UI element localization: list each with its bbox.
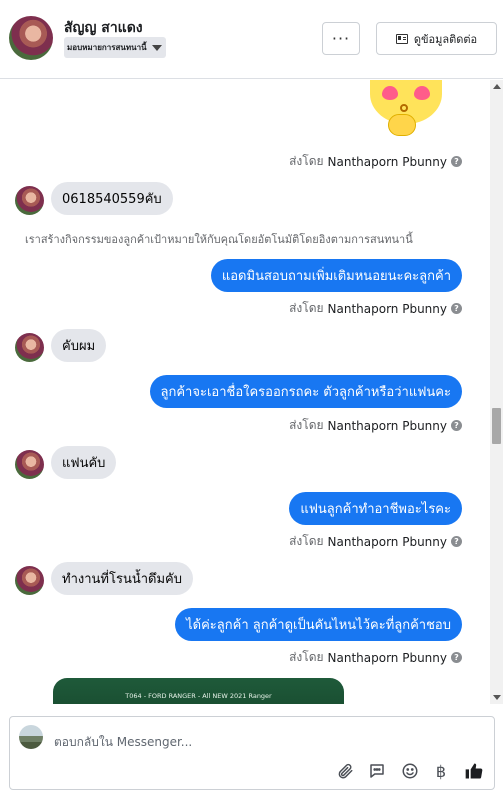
sent-by-prefix: ส่งโดย	[289, 650, 324, 664]
page-avatar	[19, 725, 43, 749]
sent-by-agent-name: Nanthaporn Pbunny	[327, 301, 447, 316]
sent-by-line: ส่งโดย Nanthaporn Pbunny ?	[289, 648, 462, 667]
emoji-icon[interactable]	[400, 761, 420, 781]
contact-avatar-small	[15, 333, 44, 362]
info-icon[interactable]: ?	[451, 156, 462, 167]
sent-by-line: ส่งโดย Nanthaporn Pbunny ?	[289, 152, 462, 171]
contact-avatar-small	[15, 450, 44, 479]
assign-conversation-dropdown[interactable]: มอบหมายการสนทนานี้	[64, 37, 166, 58]
sent-by-prefix: ส่งโดย	[289, 301, 324, 315]
more-options-button[interactable]: ···	[322, 22, 360, 55]
outgoing-message: แอดมินสอบถามเพิ่มเติมหนอยนะคะลูกค้า	[210, 259, 462, 292]
sent-by-prefix: ส่งโดย	[289, 418, 324, 432]
sent-by-prefix: ส่งโดย	[289, 154, 324, 168]
caret-down-icon	[151, 45, 162, 51]
info-icon[interactable]: ?	[451, 652, 462, 663]
incoming-message: ทำงานที่โรนน้ำดึมคับ	[51, 562, 193, 595]
sent-by-agent-name: Nanthaporn Pbunny	[327, 418, 447, 433]
preview-caption: T064 - FORD RANGER - All NEW 2021 Ranger	[125, 692, 272, 700]
sent-by-line: ส่งโดย Nanthaporn Pbunny ?	[289, 416, 462, 435]
contact-name[interactable]: สัญญ สาแดง	[64, 17, 143, 39]
reply-input[interactable]: ตอบกลับใน Messenger...	[54, 733, 192, 752]
incoming-message: แฟนคับ	[51, 446, 117, 479]
incoming-message: 0618540559คับ	[51, 182, 173, 215]
info-icon[interactable]: ?	[451, 420, 462, 431]
incoming-message: คับผม	[51, 329, 107, 362]
scroll-down-arrow-icon[interactable]	[493, 695, 501, 700]
sent-by-agent-name: Nanthaporn Pbunny	[327, 650, 447, 665]
messenger-inbox-conversation: สัญญ สาแดง มอบหมายการสนทนานี้ ··· ดูข้อม…	[0, 0, 503, 792]
shared-image-preview[interactable]: T064 - FORD RANGER - All NEW 2021 Ranger	[53, 678, 344, 704]
contact-avatar-small	[15, 566, 44, 595]
outgoing-message: ได้ค่ะลูกค้า ลูกค้าดูเป็นคันไหนไว้คะที่ล…	[175, 608, 462, 641]
system-note: เราสร้างกิจกรรมของลูกค้าเป้าหมายให้กับคุ…	[25, 233, 413, 246]
info-icon[interactable]: ?	[451, 536, 462, 547]
thumbs-up-icon[interactable]	[464, 761, 484, 781]
attachment-icon[interactable]	[335, 761, 355, 781]
heart-eye-icon	[382, 86, 398, 100]
payment-baht-icon[interactable]: ฿	[431, 761, 451, 781]
outgoing-message: ลูกค้าจะเอาชื่อใครออกรถคะ ตัวลูกค้าหรือว…	[149, 375, 462, 408]
sent-by-prefix: ส่งโดย	[289, 534, 324, 548]
sticker-mouth	[400, 104, 408, 112]
saved-replies-icon[interactable]	[367, 761, 387, 781]
scroll-up-arrow-icon[interactable]	[493, 84, 501, 89]
sent-by-agent-name: Nanthaporn Pbunny	[327, 534, 447, 549]
outgoing-message: แฟนลูกค้าทำอาชีพอะไรคะ	[289, 492, 462, 525]
sticker-hand	[388, 114, 416, 136]
reply-composer[interactable]: ตอบกลับใน Messenger... ฿	[9, 716, 495, 790]
view-contact-label: ดูข้อมูลติดต่อ	[413, 32, 478, 46]
info-icon[interactable]: ?	[451, 303, 462, 314]
thread-scrollbar[interactable]	[490, 80, 503, 704]
contact-avatar-small	[15, 186, 44, 215]
sent-by-agent-name: Nanthaporn Pbunny	[327, 154, 447, 169]
sent-by-line: ส่งโดย Nanthaporn Pbunny ?	[289, 299, 462, 318]
contact-card-icon	[395, 33, 408, 44]
conversation-header: สัญญ สาแดง มอบหมายการสนทนานี้ ··· ดูข้อม…	[0, 0, 503, 79]
message-thread[interactable]: ส่งโดย Nanthaporn Pbunny ? 0618540559คับ…	[0, 80, 490, 704]
scrollbar-thumb[interactable]	[492, 408, 501, 444]
heart-eye-icon	[414, 86, 430, 100]
view-contact-button[interactable]: ดูข้อมูลติดต่อ	[376, 22, 497, 55]
contact-avatar[interactable]	[9, 16, 53, 60]
assign-conversation-label: มอบหมายการสนทนานี้	[67, 43, 147, 52]
love-sticker	[368, 80, 446, 140]
sent-by-line: ส่งโดย Nanthaporn Pbunny ?	[289, 532, 462, 551]
